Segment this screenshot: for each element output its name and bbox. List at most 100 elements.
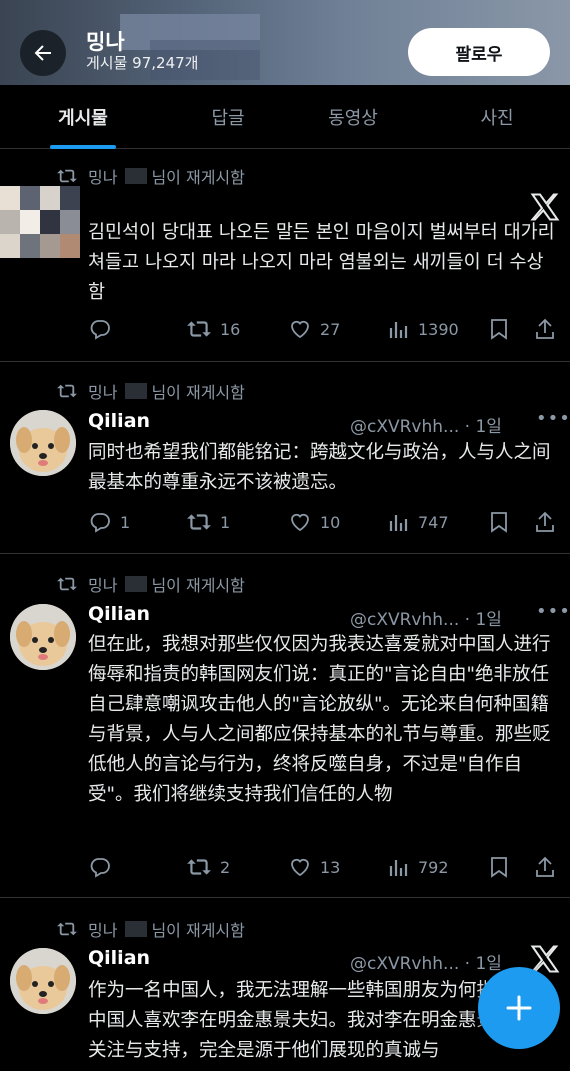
avatar[interactable] (0, 186, 80, 258)
post-text: 김민석이 당대표 나오든 말든 본인 마음이지 벌써부터 대가리 쳐들고 나오지… (88, 222, 555, 303)
tab-replies[interactable]: 답글 (178, 85, 278, 149)
repost-indicator: 밍나 님이 재게시함 (56, 164, 245, 188)
repost-icon (187, 859, 211, 875)
repost-button[interactable]: 1 (186, 507, 230, 537)
share-button[interactable] (534, 507, 564, 537)
repost-icon (57, 384, 77, 398)
post-text: 同时也希望我们都能铭记：跨越文化与政治，人与人之间最基本的尊重永远不该被遗忘。 (88, 442, 551, 493)
bookmark-button[interactable] (488, 314, 518, 344)
repost-button[interactable]: 2 (186, 852, 230, 882)
views-button[interactable]: 792 (388, 852, 449, 882)
blurred-text (125, 383, 148, 399)
reply-button[interactable]: 1 (88, 507, 130, 537)
share-icon (536, 511, 554, 532)
avatar[interactable] (10, 604, 76, 670)
bookmark-icon (491, 319, 507, 340)
blurred-text (125, 921, 148, 937)
reply-icon (90, 513, 110, 533)
repost-indicator: 밍나 님이 재게시함 (56, 917, 245, 941)
views-button[interactable]: 747 (388, 507, 449, 537)
repost-label: 님이 재게시함 (151, 921, 245, 940)
views-icon (389, 322, 408, 338)
like-icon (291, 858, 309, 877)
repost-icon (187, 321, 211, 337)
like-icon (291, 320, 309, 339)
repost-icon (57, 577, 77, 591)
reply-icon (90, 320, 110, 340)
tab-posts[interactable]: 게시물 (33, 85, 133, 149)
repost-icon (57, 922, 77, 936)
like-button[interactable]: 13 (288, 852, 340, 882)
more-icon[interactable]: ••• (536, 601, 570, 622)
post-actions: 2 13 792 (88, 852, 558, 882)
avatar[interactable] (10, 410, 76, 476)
repost-label: 님이 재게시함 (151, 383, 245, 402)
repost-count: 1 (220, 512, 231, 532)
avatar[interactable] (10, 948, 76, 1014)
plus-icon (506, 995, 532, 1021)
like-count: 27 (320, 319, 341, 339)
author-name[interactable]: Qilian (88, 410, 150, 432)
repost-count: 16 (220, 319, 241, 339)
compose-button[interactable] (478, 967, 560, 1049)
tab-photos[interactable]: 사진 (447, 85, 547, 149)
share-icon (536, 318, 554, 339)
more-icon[interactable]: ••• (536, 408, 570, 429)
author-handle[interactable]: @cXVRvhh... · 1일 (350, 412, 502, 437)
post-count: 게시물 97,247개 (86, 54, 199, 72)
bookmark-button[interactable] (488, 852, 518, 882)
view-count: 747 (418, 512, 449, 532)
author-handle[interactable]: @cXVRvhh... · 1일 (350, 605, 502, 630)
like-button[interactable]: 27 (288, 314, 340, 344)
post-actions: 1 1 10 747 (88, 507, 558, 537)
reposter-name[interactable]: 밍나 (88, 164, 117, 188)
blurred-text (125, 168, 148, 184)
post-actions: 16 27 1390 (88, 314, 558, 344)
back-arrow-icon (34, 45, 51, 61)
repost-count: 2 (220, 857, 231, 877)
like-button[interactable]: 10 (288, 507, 340, 537)
blurred-text (125, 576, 148, 592)
tab-videos[interactable]: 동영상 (303, 85, 403, 149)
author-handle[interactable]: @cXVRvhh... · 1일 (350, 949, 502, 974)
share-button[interactable] (534, 314, 564, 344)
reposter-name[interactable]: 밍나 (88, 917, 117, 941)
views-icon (389, 515, 408, 531)
repost-label: 님이 재게시함 (151, 168, 245, 187)
like-count: 10 (320, 512, 341, 532)
reply-button[interactable] (88, 314, 120, 344)
reply-icon (90, 858, 110, 878)
repost-indicator: 밍나 님이 재게시함 (56, 572, 245, 596)
reposter-name[interactable]: 밍나 (88, 379, 117, 403)
active-tab-indicator (50, 145, 116, 149)
post[interactable]: 밍나 님이 재게시함 Qilian @cXVRvhh... · 1일 ••• 同… (0, 362, 570, 554)
back-button[interactable] (20, 30, 66, 76)
repost-button[interactable]: 16 (186, 314, 240, 344)
share-icon (536, 856, 554, 877)
author-name[interactable]: Qilian (88, 947, 150, 969)
bookmark-button[interactable] (488, 507, 518, 537)
bookmark-icon (491, 512, 507, 533)
like-icon (291, 513, 309, 532)
reply-count: 1 (120, 512, 131, 532)
post[interactable]: 밍나 님이 재게시함 Qilian @cXVRvhh... · 1일 ••• 但… (0, 554, 570, 898)
reposter-name[interactable]: 밍나 (88, 572, 117, 596)
follow-button[interactable]: 팔로우 (408, 28, 550, 76)
view-count: 1390 (418, 319, 459, 339)
repost-icon (187, 514, 211, 530)
like-count: 13 (320, 857, 341, 877)
views-button[interactable]: 1390 (388, 314, 459, 344)
repost-label: 님이 재게시함 (151, 576, 245, 595)
profile-tabs: 게시물 답글 동영상 사진 (0, 85, 570, 149)
author-name[interactable]: Qilian (88, 603, 150, 625)
repost-icon (57, 169, 77, 183)
share-button[interactable] (534, 852, 564, 882)
repost-indicator: 밍나 님이 재게시함 (56, 379, 245, 403)
reply-button[interactable] (88, 852, 120, 882)
bookmark-icon (491, 857, 507, 878)
post-text: 但在此，我想对那些仅仅因为我表达喜爱就对中国人进行侮辱和指责的韩国网友们说：真正… (88, 634, 551, 805)
profile-header: 밍나 게시물 97,247개 팔로우 (0, 0, 570, 85)
view-count: 792 (418, 857, 449, 877)
post[interactable]: 밍나 님이 재게시함 김민석이 당대표 나오든 말든 본인 마음이지 벌써부터 … (0, 150, 570, 362)
views-icon (389, 860, 408, 876)
